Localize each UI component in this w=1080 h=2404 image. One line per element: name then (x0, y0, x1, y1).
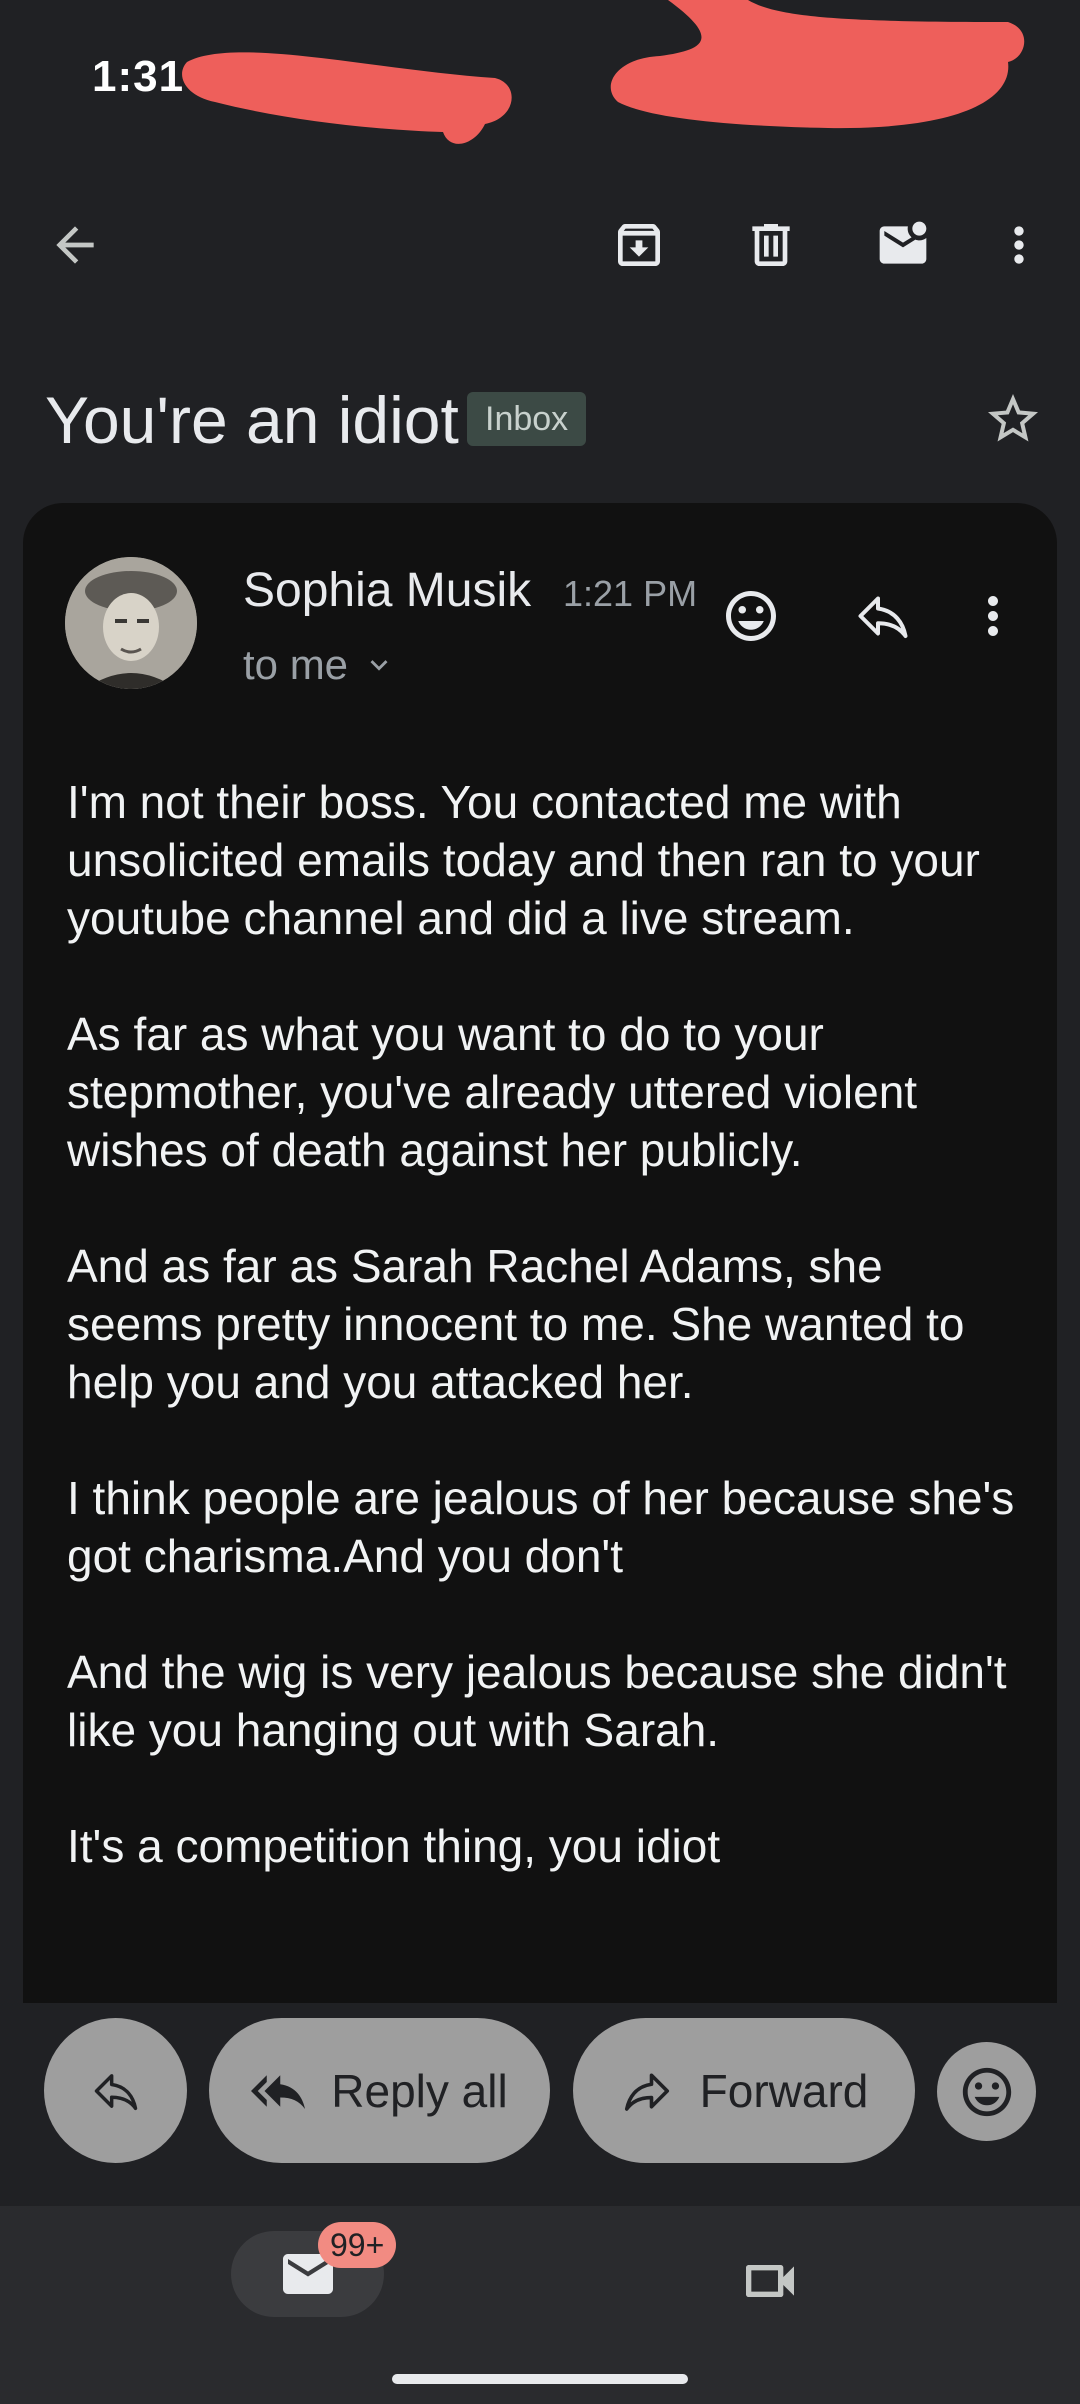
reply-icon (858, 596, 908, 638)
reply-all-label: Reply all (331, 2064, 508, 2117)
redaction-mark-right (610, 0, 1025, 129)
body-paragraph: And the wig is very jealous because she … (67, 1646, 1007, 1756)
body-paragraph: As far as what you want to do to your st… (67, 1008, 918, 1176)
emoji-icon (962, 2067, 1011, 2116)
arrow-left-icon (56, 226, 94, 264)
bottom-navigation: 99+ (0, 2206, 1080, 2404)
delete-button[interactable] (716, 190, 826, 300)
message-card: Sophia Musik 1:21 PM to me I'm not their… (23, 503, 1057, 2003)
emoji-icon (726, 591, 776, 641)
body-paragraph: And as far as Sarah Rachel Adams, she se… (67, 1240, 965, 1408)
message-actions: Reply all Forward (0, 2018, 1080, 2163)
forward-button[interactable]: Forward (573, 2018, 915, 2163)
star-icon (988, 394, 1038, 442)
sender-avatar[interactable] (65, 557, 197, 689)
reply-all-button[interactable]: Reply all (209, 2018, 550, 2163)
forward-icon (624, 2072, 669, 2111)
body-paragraph: I'm not their boss. You contacted me wit… (67, 776, 980, 944)
email-screen: 1:31 You're an idiot Inbox Sophia Musik … (0, 0, 1080, 2404)
message-body: I'm not their boss. You contacted me wit… (67, 773, 1027, 1933)
recipient-details-toggle[interactable]: to me (243, 641, 396, 689)
reply-action-button[interactable] (44, 2018, 187, 2163)
mark-unread-button[interactable] (848, 190, 958, 300)
redaction-mark-left (182, 52, 512, 144)
forward-label: Forward (699, 2064, 869, 2117)
status-bar: 1:31 (0, 0, 1080, 160)
reply-button[interactable] (843, 576, 923, 656)
subject-row: You're an idiot Inbox (0, 370, 1080, 470)
mail-unread-icon (879, 221, 927, 264)
home-indicator[interactable] (392, 2374, 688, 2384)
unread-count-badge: 99+ (318, 2222, 397, 2268)
more-vertical-icon (988, 596, 998, 636)
reply-icon (94, 2073, 137, 2110)
avatar-photo (65, 557, 197, 689)
message-time: 1:21 PM (563, 573, 698, 614)
chevron-down-icon (370, 660, 388, 671)
trash-icon (752, 224, 790, 266)
react-emoji-button[interactable] (937, 2042, 1036, 2141)
body-paragraph: It's a competition thing, you idiot (67, 1820, 721, 1872)
video-camera-icon (746, 2265, 794, 2297)
recipient-text: to me (243, 641, 349, 688)
email-subject: You're an idiot (45, 383, 459, 457)
add-reaction-button[interactable] (711, 576, 791, 656)
sender-name: Sophia Musik (243, 564, 532, 617)
message-more-button[interactable] (958, 576, 1028, 656)
nav-meet-tab[interactable] (730, 2246, 810, 2316)
body-paragraph: I think people are jealous of her becaus… (67, 1472, 1015, 1582)
email-toolbar (0, 190, 1080, 300)
archive-icon (618, 224, 660, 266)
more-options-button[interactable] (964, 190, 1074, 300)
more-vertical-icon (1014, 226, 1024, 264)
archive-button[interactable] (584, 190, 694, 300)
status-time: 1:31 (92, 52, 185, 101)
reply-all-icon (251, 2074, 306, 2109)
star-button[interactable] (978, 384, 1048, 454)
back-button[interactable] (20, 190, 130, 300)
inbox-label-badge[interactable]: Inbox (467, 392, 587, 446)
